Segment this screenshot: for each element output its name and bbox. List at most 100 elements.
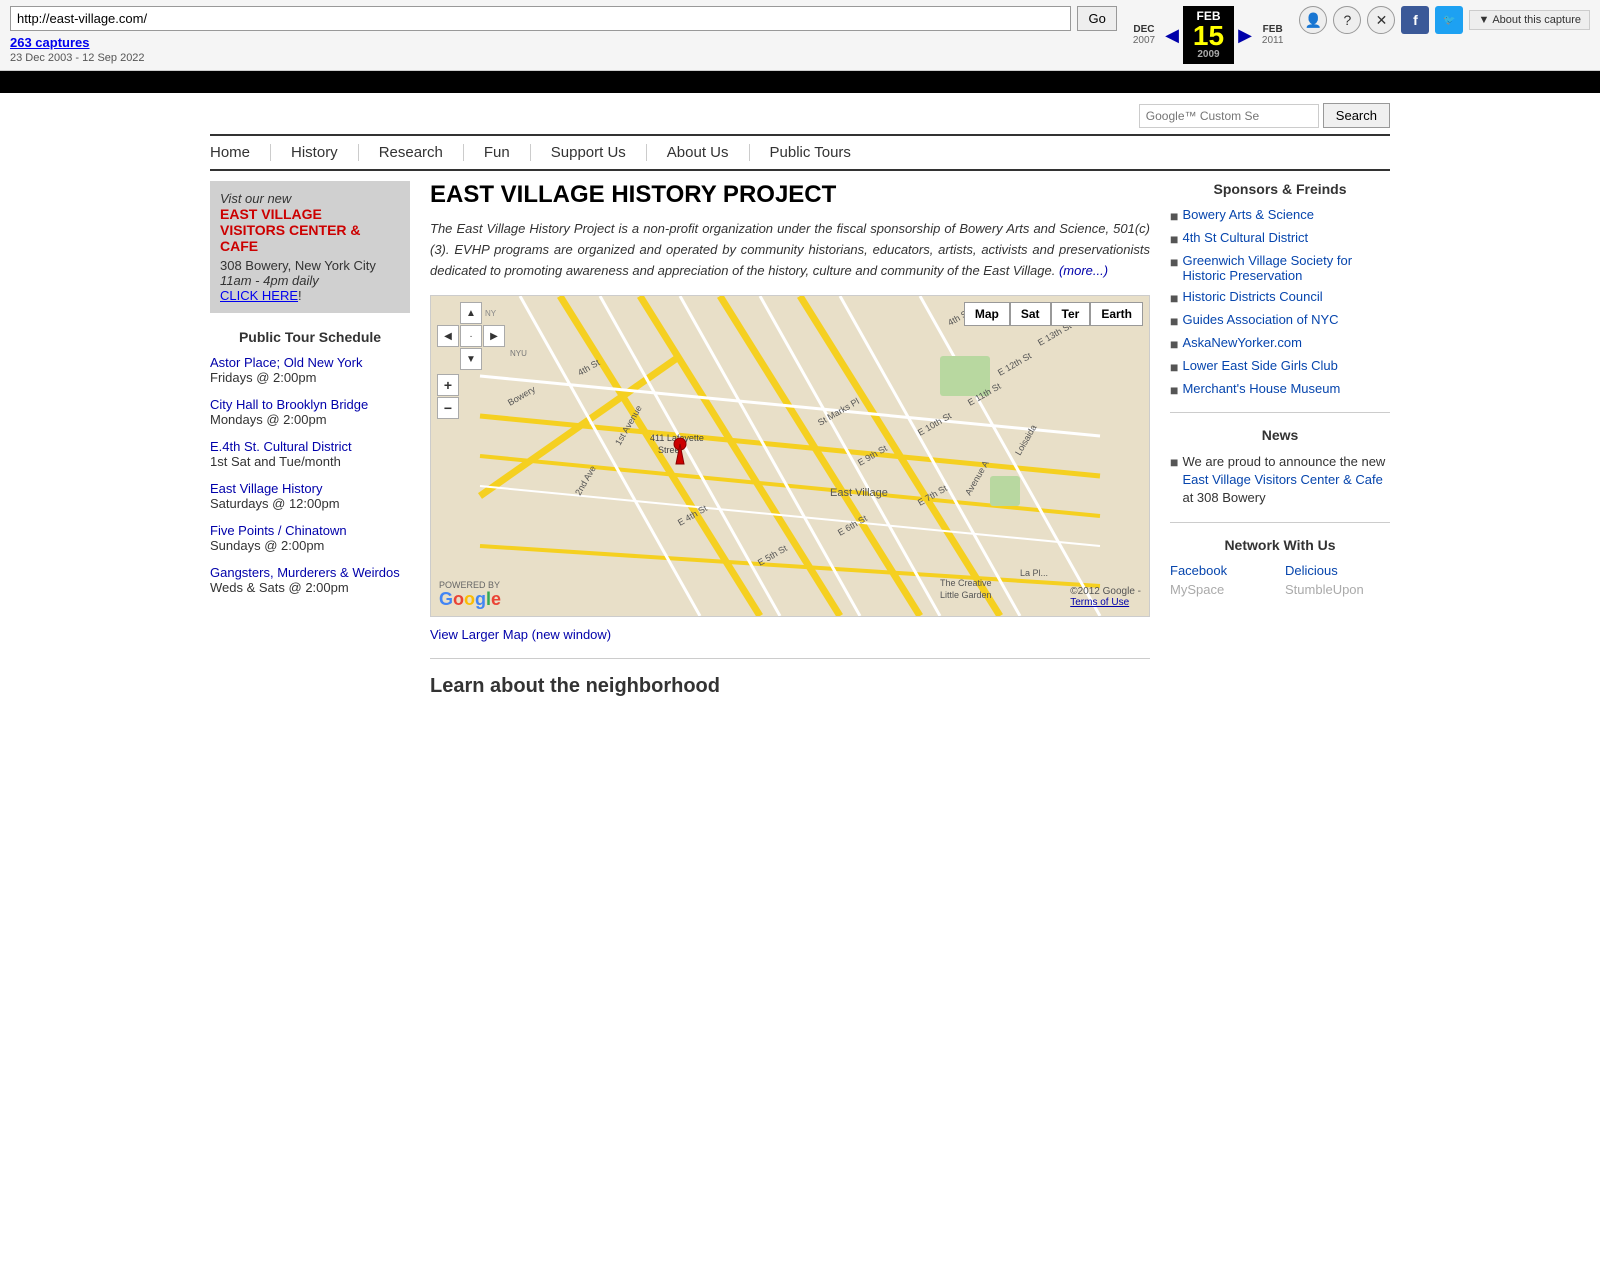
search-button[interactable]: Search — [1323, 103, 1390, 128]
map-sat-button[interactable]: Sat — [1010, 302, 1051, 326]
wayback-icons: 👤 ? ✕ f 🐦 ▼ About this capture — [1299, 6, 1590, 34]
list-item: East Village History Saturdays @ 12:00pm — [210, 481, 410, 511]
tour-link-4[interactable]: East Village History — [210, 481, 322, 496]
center-address: 308 Bowery, New York City — [220, 258, 400, 273]
sponsor-link-5[interactable]: Guides Association of NYC — [1182, 312, 1338, 327]
more-link[interactable]: (more...) — [1059, 263, 1108, 278]
next-year-label: 2011 — [1262, 35, 1284, 46]
visitors-box: Vist our new EAST VILLAGEVISITORS CENTER… — [210, 181, 410, 313]
prev-arrow-icon[interactable]: ◀ — [1165, 25, 1179, 46]
map-container: Map Sat Ter Earth ▲ ◀ · ▶ — [430, 295, 1150, 617]
tour-link-1[interactable]: Astor Place; Old New York — [210, 355, 362, 370]
wayback-url-section: Go — [10, 6, 1117, 31]
bullet-icon: ■ — [1170, 359, 1178, 375]
left-sidebar: Vist our new EAST VILLAGEVISITORS CENTER… — [210, 181, 410, 708]
search-area: Search — [210, 93, 1390, 134]
map-toolbar: Map Sat Ter Earth — [964, 302, 1143, 326]
list-item: ■ Lower East Side Girls Club — [1170, 358, 1390, 375]
news-item-1: ■ We are proud to announce the new East … — [1170, 453, 1390, 508]
svg-text:The Creative: The Creative — [940, 578, 992, 588]
map-zoom-out-button[interactable]: − — [437, 397, 459, 419]
close-icon[interactable]: ✕ — [1367, 6, 1395, 34]
map-earth-button[interactable]: Earth — [1090, 302, 1143, 326]
network-facebook[interactable]: Facebook — [1170, 563, 1275, 578]
tour-link-6[interactable]: Gangsters, Murderers & Weirdos — [210, 565, 400, 580]
prev-month-label: DEC — [1133, 24, 1154, 35]
black-bar — [0, 71, 1600, 93]
content-area: Vist our new EAST VILLAGEVISITORS CENTER… — [210, 171, 1390, 718]
map-zoom-in-button[interactable]: + — [437, 374, 459, 396]
map-left-button[interactable]: ◀ — [437, 325, 459, 347]
nav-about[interactable]: About Us — [647, 144, 750, 161]
tour-link-2[interactable]: City Hall to Brooklyn Bridge — [210, 397, 368, 412]
sponsor-link-2[interactable]: 4th St Cultural District — [1182, 230, 1308, 245]
about-capture-label: About this capture — [1492, 14, 1581, 26]
about-capture-button[interactable]: ▼ About this capture — [1469, 10, 1590, 30]
nav-home[interactable]: Home — [210, 144, 271, 161]
sidebar-divider-1 — [1170, 412, 1390, 413]
next-arrow-icon[interactable]: ▶ — [1238, 25, 1252, 46]
user-icon[interactable]: 👤 — [1299, 6, 1327, 34]
right-sidebar: Sponsors & Freinds ■ Bowery Arts & Scien… — [1170, 181, 1390, 708]
nav-tours[interactable]: Public Tours — [750, 144, 871, 161]
map-ter-button[interactable]: Ter — [1051, 302, 1091, 326]
map-svg: Bowery 4th St E 4th St E 5th St E 6th St… — [431, 296, 1149, 616]
facebook-icon[interactable]: f — [1401, 6, 1429, 34]
map-copyright: ©2012 Google - Terms of Use — [1070, 586, 1141, 608]
sponsor-link-1[interactable]: Bowery Arts & Science — [1182, 207, 1314, 222]
bullet-icon: ■ — [1170, 231, 1178, 247]
network-stumbleupon[interactable]: StumbleUpon — [1285, 582, 1390, 597]
network-grid: Facebook Delicious MySpace StumbleUpon — [1170, 563, 1390, 597]
map-center-button[interactable]: · — [460, 325, 482, 347]
svg-text:La Pl...: La Pl... — [1020, 568, 1048, 578]
sponsor-link-7[interactable]: Lower East Side Girls Club — [1182, 358, 1337, 373]
network-delicious[interactable]: Delicious — [1285, 563, 1390, 578]
visit-text: Vist our new — [220, 191, 400, 206]
map-up-button[interactable]: ▲ — [460, 302, 482, 324]
tour-time-5: Sundays @ 2:00pm — [210, 538, 324, 553]
section-divider — [430, 658, 1150, 659]
terms-of-use-link[interactable]: Terms of Use — [1070, 597, 1129, 608]
wayback-timeline: DEC 2007 ◀ FEB 15 2009 ▶ FEB 2011 — [1127, 6, 1290, 64]
tour-schedule-title: Public Tour Schedule — [210, 329, 410, 345]
list-item: Five Points / Chinatown Sundays @ 2:00pm — [210, 523, 410, 553]
map-view-button[interactable]: Map — [964, 302, 1010, 326]
bullet-icon: ■ — [1170, 290, 1178, 306]
tour-time-3: 1st Sat and Tue/month — [210, 454, 341, 469]
center-hours: 11am - 4pm daily — [220, 273, 400, 288]
network-title: Network With Us — [1170, 537, 1390, 553]
bullet-icon: ■ — [1170, 454, 1178, 470]
tour-link-5[interactable]: Five Points / Chinatown — [210, 523, 347, 538]
twitter-icon[interactable]: 🐦 — [1435, 6, 1463, 34]
next-month-label: FEB — [1263, 24, 1283, 35]
list-item: ■ Merchant's House Museum — [1170, 381, 1390, 398]
sponsor-link-3[interactable]: Greenwich Village Society for Historic P… — [1182, 253, 1390, 283]
map-down-button[interactable]: ▼ — [460, 348, 482, 370]
nav-research[interactable]: Research — [359, 144, 464, 161]
wayback-go-button[interactable]: Go — [1077, 6, 1116, 31]
sponsor-link-8[interactable]: Merchant's House Museum — [1182, 381, 1340, 396]
google-logo: Google — [439, 590, 501, 608]
click-here-link[interactable]: CLICK HERE — [220, 288, 298, 303]
sidebar-divider-2 — [1170, 522, 1390, 523]
site-wrapper: Search Home History Research Fun Support… — [200, 93, 1400, 718]
view-larger-map-link[interactable]: View Larger Map (new window) — [430, 627, 611, 642]
search-input[interactable] — [1139, 104, 1319, 128]
nav-fun[interactable]: Fun — [464, 144, 531, 161]
network-myspace[interactable]: MySpace — [1170, 582, 1275, 597]
nav-history[interactable]: History — [271, 144, 359, 161]
map-right-button[interactable]: ▶ — [483, 325, 505, 347]
svg-text:East Village: East Village — [830, 487, 888, 499]
tour-link-3[interactable]: E.4th St. Cultural District — [210, 439, 352, 454]
nav-support[interactable]: Support Us — [531, 144, 647, 161]
tour-time-1: Fridays @ 2:00pm — [210, 370, 316, 385]
bullet-icon: ■ — [1170, 254, 1178, 270]
wayback-url-input[interactable] — [10, 6, 1071, 31]
sponsor-link-4[interactable]: Historic Districts Council — [1182, 289, 1322, 304]
news-link-1[interactable]: East Village Visitors Center & Cafe — [1182, 472, 1382, 487]
captures-link[interactable]: 263 captures — [10, 35, 90, 50]
help-icon[interactable]: ? — [1333, 6, 1361, 34]
prev-month-block: DEC 2007 — [1127, 22, 1161, 48]
tour-time-2: Mondays @ 2:00pm — [210, 412, 327, 427]
sponsor-link-6[interactable]: AskaNewYorker.com — [1182, 335, 1301, 350]
